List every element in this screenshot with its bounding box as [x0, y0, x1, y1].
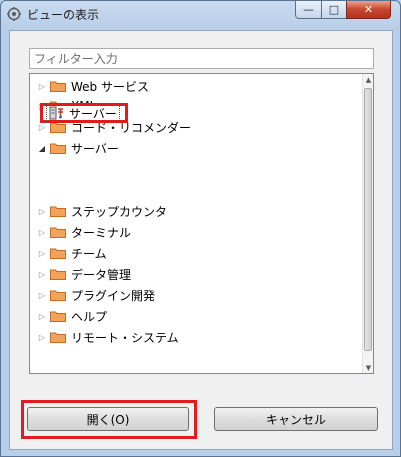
tree-item-label: チーム [71, 246, 107, 261]
close-button[interactable]: ✕ [346, 1, 391, 19]
tree-item-step-counter[interactable]: ▷ ステップカウンタ [37, 201, 167, 221]
expand-arrow-icon[interactable]: ▷ [37, 206, 47, 216]
folder-icon [50, 311, 66, 322]
cancel-button[interactable]: キャンセル [214, 407, 378, 431]
eclipse-app-icon [7, 7, 21, 21]
tree-item-label: サーバー [69, 106, 117, 121]
tree-item-web-services[interactable]: ▷ Web サービス [37, 76, 149, 96]
tree-item-label: サーバー [71, 141, 119, 156]
tree-item-data-management[interactable]: ▷ データ管理 [37, 264, 131, 284]
tree-item-help[interactable]: ▷ ヘルプ [37, 306, 107, 326]
tree-item-label: ステップカウンタ [71, 204, 168, 219]
expand-arrow-icon[interactable]: ▷ [37, 227, 47, 237]
folder-icon [50, 227, 66, 238]
tree-item-remote-systems[interactable]: ▷ リモート・システム [37, 327, 179, 347]
tree-item-label: Web サービス [71, 79, 149, 94]
tree-item-team[interactable]: ▷ チーム [37, 243, 107, 263]
tree-item-plugin-development[interactable]: ▷ プラグイン開発 [37, 285, 155, 305]
collapse-arrow-icon[interactable]: ◢ [37, 143, 47, 153]
filter-input[interactable] [29, 48, 374, 69]
tree-item-server-view[interactable]: サーバー [40, 103, 128, 123]
folder-icon [50, 269, 66, 280]
expand-arrow-icon[interactable]: ▷ [37, 311, 47, 321]
expand-arrow-icon[interactable]: ▷ [37, 81, 47, 91]
scroll-up-icon[interactable]: ▲ [363, 74, 373, 85]
expand-arrow-icon[interactable]: ▷ [37, 248, 47, 258]
expand-arrow-icon[interactable]: ▷ [37, 269, 47, 279]
server-icon [49, 106, 63, 120]
tree-item-label: ターミナル [71, 225, 132, 240]
tree-scrollbar[interactable]: ▲ ▼ [362, 74, 373, 373]
tree-item-label: データ管理 [71, 267, 132, 282]
folder-icon [50, 332, 66, 343]
minimize-icon: — [303, 3, 314, 16]
expand-arrow-icon[interactable]: ▷ [37, 122, 47, 132]
folder-icon [50, 81, 66, 92]
folder-open-icon [50, 143, 66, 154]
maximize-button[interactable]: □ [321, 1, 347, 19]
tree-item-terminal[interactable]: ▷ ターミナル [37, 222, 131, 242]
expand-arrow-icon[interactable]: ▷ [37, 290, 47, 300]
open-button[interactable]: 開く(O) [27, 407, 189, 431]
tree-item-label: ヘルプ [71, 309, 108, 324]
title-bar[interactable]: ビューの表示 — □ ✕ [1, 1, 400, 29]
dialog-content: ▷ Web サービス ▷ XML ▷ コード・リコメンダー ◢ サーバー ▷ [9, 30, 393, 450]
scroll-thumb[interactable] [364, 88, 372, 351]
tree-item-label: リモート・システム [71, 330, 179, 345]
minimize-button[interactable]: — [295, 1, 322, 19]
tree-item-server-folder[interactable]: ◢ サーバー [37, 138, 119, 158]
view-dialog: ビューの表示 — □ ✕ ▷ Web サービス ▷ XML ▷ [0, 0, 401, 457]
tree-item-label: プラグイン開発 [71, 288, 156, 303]
maximize-icon: □ [328, 3, 340, 16]
selected-item-focus: サーバー [46, 103, 120, 123]
expand-arrow-icon[interactable]: ▷ [37, 332, 47, 342]
scroll-down-icon[interactable]: ▼ [363, 362, 373, 373]
folder-icon [50, 206, 66, 217]
close-icon: ✕ [363, 3, 374, 16]
window-title: ビューの表示 [27, 8, 100, 22]
folder-icon [50, 248, 66, 259]
folder-icon [50, 290, 66, 301]
